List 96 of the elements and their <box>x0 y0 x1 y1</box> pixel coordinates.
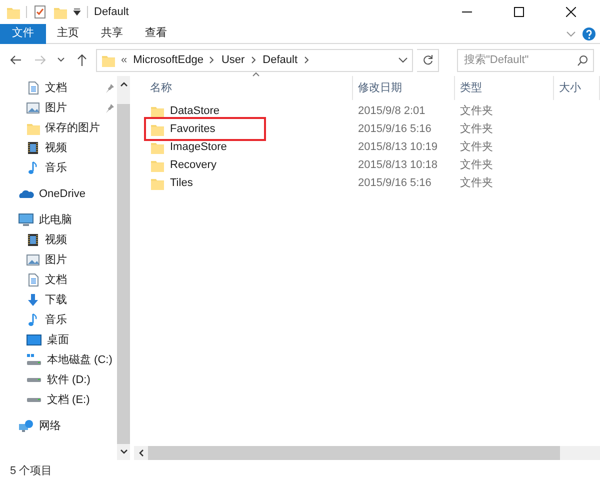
type-cell-text: 文件夹 <box>459 104 494 119</box>
type-cell-text: 文件夹 <box>459 158 494 173</box>
nav-item[interactable]: 文档 <box>0 270 117 290</box>
document-icon <box>26 81 40 95</box>
column-header[interactable]: 大小 <box>559 80 581 96</box>
dropdown-icon <box>73 8 81 16</box>
type-cell-text: 文件夹 <box>459 140 494 155</box>
type-cell-text: 文件夹 <box>459 122 494 137</box>
chevron-right-icon <box>209 56 216 64</box>
forward-arrow-icon <box>34 55 46 65</box>
vertical-scrollbar[interactable] <box>117 76 130 460</box>
folder-icon <box>150 104 164 118</box>
chevron-up-icon <box>120 81 128 87</box>
film-icon <box>26 233 40 247</box>
ribbon-tab[interactable]: 主页 <box>46 24 90 44</box>
chevron-right-icon <box>250 56 257 64</box>
folder-icon <box>53 5 67 19</box>
type-cell-text: 文件夹 <box>459 176 494 191</box>
image-icon <box>26 101 40 115</box>
file-name[interactable]: Recovery <box>170 156 216 174</box>
chevron-down-icon <box>566 30 576 38</box>
folder-icon <box>6 5 20 19</box>
folder-icon <box>150 158 164 172</box>
music-note-icon <box>26 313 40 327</box>
nav-item[interactable]: 文档 (E:) <box>0 390 117 410</box>
film-icon <box>26 141 40 155</box>
search-field[interactable]: 搜索"Default" <box>457 48 594 72</box>
nav-item[interactable]: 视频 <box>0 138 117 158</box>
breadcrumb[interactable]: Default <box>262 52 298 68</box>
music-note-icon <box>26 161 40 175</box>
breadcrumb[interactable]: MicrosoftEdge <box>133 52 204 68</box>
chevron-down-icon <box>398 56 408 64</box>
maximize-icon <box>514 7 524 17</box>
nav-item[interactable]: 视频 <box>0 230 117 250</box>
date-cell-text: 2015/9/8 2:01 <box>357 104 426 119</box>
network-icon <box>18 419 34 433</box>
date-cell-text: 2015/8/13 10:18 <box>357 158 439 173</box>
ribbon-tab[interactable]: 文件 <box>0 24 46 44</box>
drive-icon <box>26 353 42 367</box>
chevron-down-icon <box>57 57 65 63</box>
down-arrow-icon <box>26 293 40 307</box>
nav-item[interactable]: 网络 <box>0 416 117 436</box>
column-header[interactable]: 名称 <box>150 80 172 96</box>
file-name[interactable]: Favorites <box>170 120 216 138</box>
refresh-icon <box>422 55 432 65</box>
status-text: 5 个项目 <box>10 464 52 479</box>
checklist-icon <box>33 5 47 19</box>
nav-item[interactable]: 音乐 <box>0 158 117 178</box>
search-icon <box>577 54 588 66</box>
refresh-button[interactable] <box>417 48 439 72</box>
close-icon <box>566 7 576 17</box>
desktop-icon <box>26 333 42 347</box>
ribbon-tab[interactable]: 共享 <box>90 24 134 44</box>
drive-icon <box>26 377 42 383</box>
file-name[interactable]: Tiles <box>170 174 193 192</box>
nav-item[interactable]: 音乐 <box>0 310 117 330</box>
nav-item[interactable]: 下载 <box>0 290 117 310</box>
folder-icon <box>150 122 164 136</box>
computer-icon <box>18 213 34 227</box>
date-cell-text: 2015/9/16 5:16 <box>357 122 432 137</box>
nav-item[interactable]: 图片 <box>0 98 117 118</box>
column-header[interactable]: 修改日期 <box>358 80 402 96</box>
nav-item[interactable]: OneDrive <box>0 184 117 204</box>
horizontal-scrollbar[interactable] <box>134 446 600 460</box>
drive-icon <box>26 397 42 403</box>
chevron-down-icon <box>120 449 128 455</box>
folder-icon <box>26 121 40 135</box>
date-cell-text: 2015/9/16 5:16 <box>357 176 432 191</box>
folder-icon <box>150 140 164 154</box>
nav-item[interactable]: 桌面 <box>0 330 117 350</box>
chevron-left-icon <box>138 449 144 457</box>
nav-item[interactable]: 此电脑 <box>0 210 117 230</box>
sort-ascending-icon <box>252 72 260 77</box>
help-icon <box>582 26 596 40</box>
file-name[interactable]: ImageStore <box>170 138 227 156</box>
cloud-icon <box>18 188 34 200</box>
folder-icon <box>101 53 115 67</box>
up-arrow-icon <box>77 54 87 66</box>
breadcrumb[interactable]: User <box>221 52 245 68</box>
file-name[interactable]: DataStore <box>170 102 220 120</box>
image-icon <box>26 253 40 267</box>
nav-item[interactable]: 本地磁盘 (C:) <box>0 350 117 370</box>
chevron-right-icon <box>304 56 310 64</box>
back-arrow-icon <box>10 55 22 65</box>
nav-item[interactable]: 文档 <box>0 78 117 98</box>
nav-item[interactable]: 图片 <box>0 250 117 270</box>
ribbon-tab[interactable]: 查看 <box>134 24 178 44</box>
document-icon <box>26 273 40 287</box>
address-field[interactable]: « MicrosoftEdge User Default <box>96 48 413 72</box>
overflow-chevron[interactable]: « <box>121 52 128 68</box>
folder-icon <box>150 176 164 190</box>
date-cell-text: 2015/8/13 10:19 <box>357 140 439 155</box>
window-title: Default <box>94 4 129 20</box>
column-header[interactable]: 类型 <box>460 80 482 96</box>
nav-item[interactable]: 保存的图片 <box>0 118 117 138</box>
nav-item[interactable]: 软件 (D:) <box>0 370 117 390</box>
